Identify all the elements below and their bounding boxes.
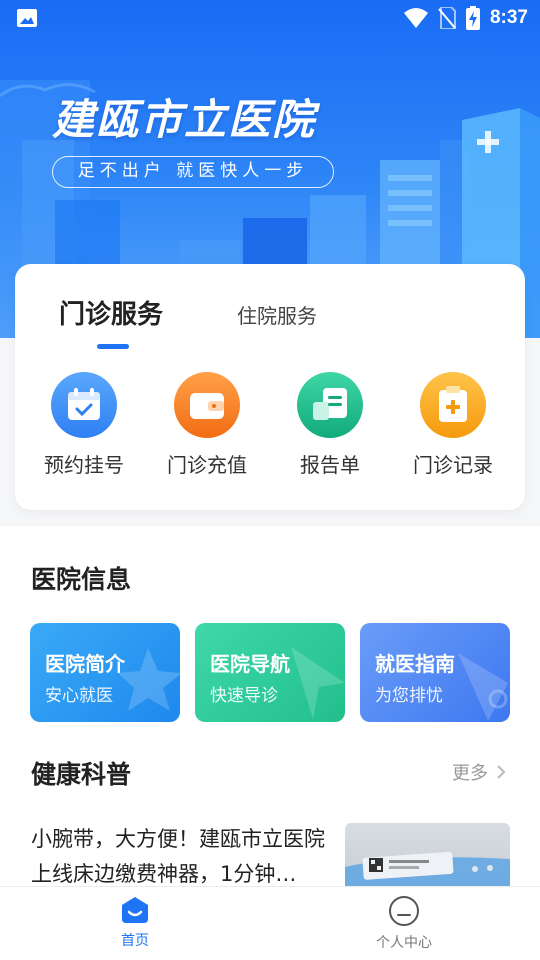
hospital-navigation-card[interactable]: 医院导航 快速导诊 xyxy=(195,623,345,722)
star-decoration-icon xyxy=(118,648,180,711)
wristband-image xyxy=(345,851,510,887)
tab-inpatient[interactable]: 住院服务 xyxy=(237,300,317,329)
report-icon xyxy=(297,372,363,438)
bottom-nav: 首页 个人中心 xyxy=(0,886,540,960)
profile-icon xyxy=(389,896,419,926)
status-bar: 8:37 xyxy=(0,0,540,36)
clipboard-icon xyxy=(420,372,486,438)
more-link[interactable]: 更多 xyxy=(452,759,506,785)
gallery-icon xyxy=(17,9,37,27)
nav-home[interactable]: 首页 xyxy=(75,895,195,950)
navigation-arrow-icon xyxy=(291,647,345,719)
nav-label: 首页 xyxy=(121,933,149,949)
service-label: 预约挂号 xyxy=(44,453,124,477)
medical-guide-card[interactable]: 就医指南 为您排忧 xyxy=(360,623,510,722)
nav-label: 个人中心 xyxy=(376,935,432,951)
article-title[interactable]: 小腕带，大方便！建瓯市立医院上线床边缴费神器，1分钟… xyxy=(31,822,331,892)
chevron-right-icon xyxy=(497,765,506,779)
slogan: 足不出户 就医快人一步 xyxy=(52,156,334,188)
tab-indicator xyxy=(97,344,129,349)
service-report[interactable]: 报告单 xyxy=(275,372,385,478)
compass-decoration-icon xyxy=(458,653,508,721)
battery-charging-icon xyxy=(465,6,480,30)
service-label: 门诊充值 xyxy=(167,453,247,477)
card-title: 就医指南 xyxy=(375,652,455,676)
tab-outpatient[interactable]: 门诊服务 xyxy=(59,294,163,331)
card-subtitle: 快速导诊 xyxy=(210,686,278,706)
status-time: 8:37 xyxy=(489,7,528,28)
card-subtitle: 为您排忧 xyxy=(375,686,443,706)
hospital-intro-card[interactable]: 医院简介 安心就医 xyxy=(30,623,180,722)
nav-profile[interactable]: 个人中心 xyxy=(344,895,464,952)
service-appointment[interactable]: 预约挂号 xyxy=(29,372,139,478)
no-sim-icon xyxy=(438,7,456,29)
health-title: 健康科普 xyxy=(31,760,132,789)
service-recharge[interactable]: 门诊充值 xyxy=(152,372,262,478)
service-label: 门诊记录 xyxy=(413,453,493,477)
service-card: 门诊服务 住院服务 预约挂号 门诊充值 报告单 门诊记录 xyxy=(15,264,525,510)
hospital-name: 建瓯市立医院 xyxy=(52,95,317,144)
card-title: 医院简介 xyxy=(45,652,125,676)
more-label: 更多 xyxy=(452,763,488,784)
home-icon xyxy=(122,897,148,923)
article-thumbnail[interactable] xyxy=(345,823,510,887)
service-label: 报告单 xyxy=(300,453,360,477)
calendar-icon xyxy=(51,372,117,438)
card-title: 医院导航 xyxy=(210,652,290,676)
wifi-icon xyxy=(403,8,428,28)
card-subtitle: 安心就医 xyxy=(45,686,113,706)
hospital-info-title: 医院信息 xyxy=(31,565,132,594)
wallet-icon xyxy=(174,372,240,438)
service-records[interactable]: 门诊记录 xyxy=(398,372,508,478)
